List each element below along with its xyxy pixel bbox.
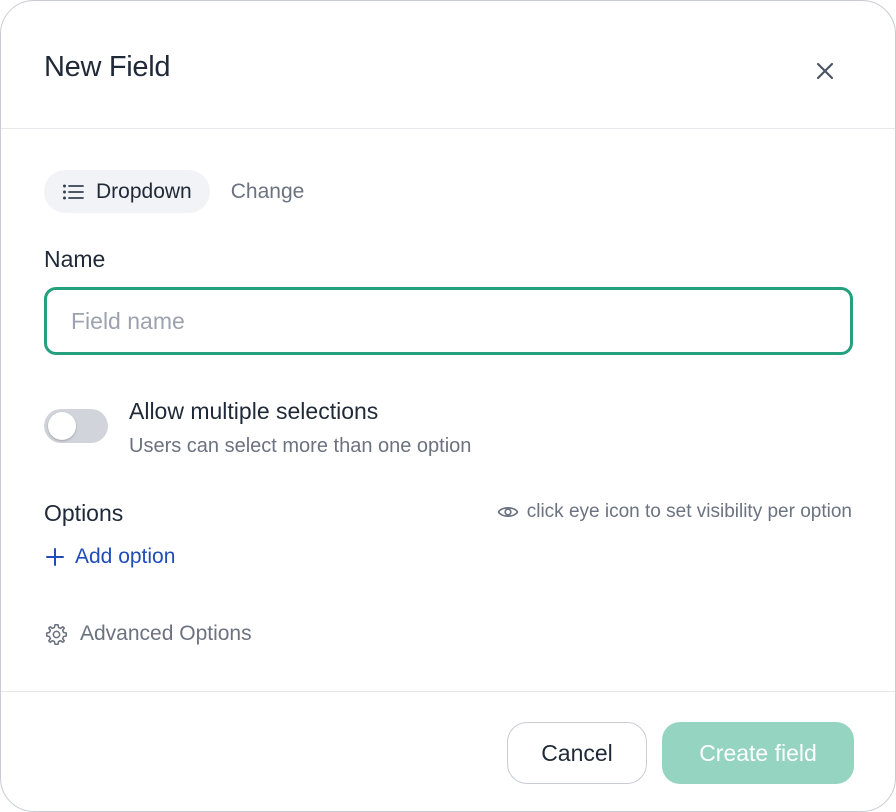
add-option-label: Add option xyxy=(75,545,176,568)
field-type-label: Dropdown xyxy=(96,179,192,203)
change-type-link[interactable]: Change xyxy=(231,180,305,204)
eye-icon xyxy=(497,504,519,520)
name-label: Name xyxy=(44,246,106,272)
field-name-input[interactable] xyxy=(44,287,853,355)
advanced-options-toggle[interactable]: Advanced Options xyxy=(45,622,252,646)
dialog-header: New Field xyxy=(1,1,895,129)
field-type-row: Dropdown Change xyxy=(44,170,304,213)
close-button[interactable] xyxy=(807,53,843,89)
allow-multiple-description: Users can select more than one option xyxy=(129,435,472,457)
dialog-title: New Field xyxy=(44,51,171,83)
toggle-knob xyxy=(48,412,76,440)
list-icon xyxy=(62,183,84,201)
create-field-button[interactable]: Create field xyxy=(662,722,854,784)
options-label: Options xyxy=(44,500,124,526)
visibility-hint: click eye icon to set visibility per opt… xyxy=(497,501,852,523)
gear-icon xyxy=(45,623,68,646)
allow-multiple-title: Allow multiple selections xyxy=(129,398,379,424)
advanced-options-label: Advanced Options xyxy=(80,622,252,645)
visibility-hint-text: click eye icon to set visibility per opt… xyxy=(526,501,852,522)
plus-icon xyxy=(45,547,65,567)
add-option-button[interactable]: Add option xyxy=(45,545,175,569)
dialog-footer: Cancel Create field xyxy=(1,691,895,811)
cancel-button[interactable]: Cancel xyxy=(507,722,647,784)
allow-multiple-toggle[interactable] xyxy=(44,409,108,443)
close-icon xyxy=(814,60,836,82)
field-type-chip: Dropdown xyxy=(44,170,210,213)
new-field-dialog: New Field Dropdown Change Name Field nam… xyxy=(0,0,896,812)
